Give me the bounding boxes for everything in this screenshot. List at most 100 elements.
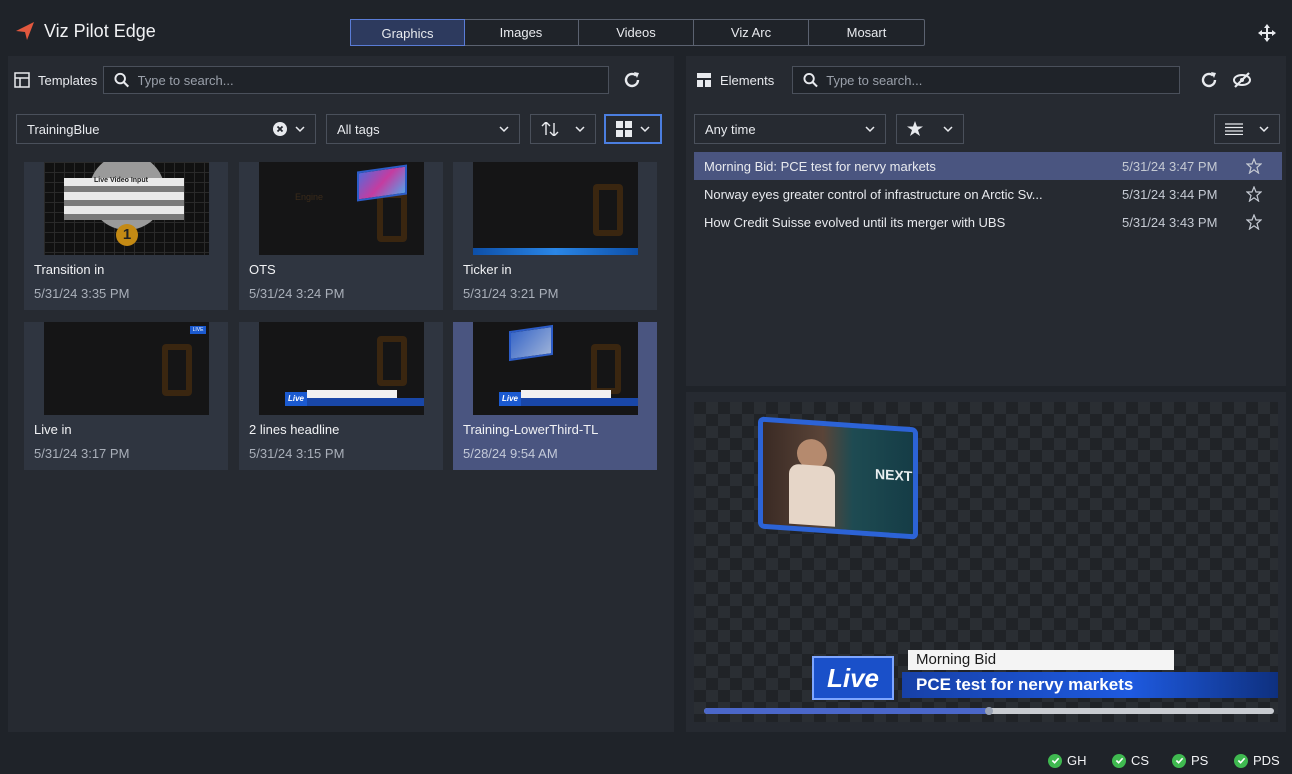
template-date: 5/31/24 3:21 PM: [463, 286, 559, 301]
chevron-down-icon: [1259, 126, 1269, 133]
element-date: 5/31/24 3:47 PM: [1122, 158, 1218, 174]
template-thumbnail: Live Video Input 1: [44, 162, 209, 255]
element-row[interactable]: Morning Bid: PCE test for nervy markets …: [694, 152, 1282, 180]
favorite-star-icon[interactable]: [1246, 186, 1262, 202]
time-filter-select[interactable]: Any time: [694, 114, 886, 144]
status-gh: GH: [1048, 753, 1087, 768]
element-row[interactable]: Norway eyes greater control of infrastru…: [694, 180, 1282, 208]
element-row[interactable]: How Credit Suisse evolved until its merg…: [694, 208, 1282, 236]
brand: Viz Pilot Edge: [14, 20, 156, 42]
move-icon[interactable]: [1258, 24, 1276, 42]
template-thumbnail: Live: [259, 322, 424, 415]
sort-select[interactable]: [530, 114, 596, 144]
chevron-down-icon: [640, 126, 650, 133]
thumb-live-badge: LIVE: [190, 326, 206, 334]
thumb-live: Live: [499, 392, 521, 406]
favorites-filter-select[interactable]: [896, 114, 964, 144]
element-date: 5/31/24 3:43 PM: [1122, 214, 1218, 230]
playback-progress-fill: [704, 708, 989, 714]
templates-panel: Templates TrainingBlue All tags Live Vid…: [8, 56, 674, 732]
template-thumbnail: Live: [473, 322, 638, 415]
elements-search-box[interactable]: [792, 66, 1181, 94]
elements-panel: Elements Any time Morning Bid: PCE test …: [686, 56, 1286, 386]
status-pds: PDS: [1234, 753, 1280, 768]
templates-search-box[interactable]: [103, 66, 610, 94]
status-label: PS: [1191, 753, 1209, 768]
playback-progress[interactable]: [704, 707, 1274, 715]
check-circle-icon: [1048, 753, 1062, 768]
search-icon: [114, 72, 130, 88]
headline-main: PCE test for nervy markets: [902, 672, 1278, 698]
template-date: 5/28/24 9:54 AM: [463, 446, 558, 461]
elements-label-text: Elements: [720, 72, 775, 88]
time-filter-value: Any time: [705, 121, 756, 137]
template-thumbnail: LIVE: [44, 322, 209, 415]
top-bar: Viz Pilot Edge Graphics Images Videos Vi…: [0, 0, 1292, 64]
check-circle-icon: [1234, 753, 1248, 768]
eye-off-icon[interactable]: [1232, 71, 1252, 89]
elements-list: Morning Bid: PCE test for nervy markets …: [694, 152, 1282, 236]
check-circle-icon: [1112, 753, 1126, 768]
viz-logo-icon: [16, 22, 34, 40]
template-thumbnail: Engine: [259, 162, 424, 255]
template-card[interactable]: Live Training-LowerThird-TL 5/28/24 9:54…: [453, 322, 657, 470]
preview-panel: NEXT Live Morning Bid PCE test for nervy…: [686, 392, 1286, 732]
template-card[interactable]: Engine OTS 5/31/24 3:24 PM: [239, 162, 443, 310]
template-name: Transition in: [34, 262, 105, 277]
live-tag: Live: [812, 656, 894, 700]
element-title: Morning Bid: PCE test for nervy markets: [704, 158, 936, 174]
lower-third: Live Morning Bid PCE test for nervy mark…: [812, 650, 1278, 704]
view-mode-select[interactable]: [604, 114, 662, 144]
tab-graphics[interactable]: Graphics: [350, 19, 465, 46]
template-name: Live in: [34, 422, 72, 437]
thumb-number: 1: [116, 224, 138, 246]
chevron-down-icon: [865, 126, 875, 133]
status-bar: GH CS PS PDS: [0, 742, 1292, 774]
folder-select-value: TrainingBlue: [27, 121, 100, 137]
tab-viz-arc[interactable]: Viz Arc: [694, 20, 809, 45]
template-card[interactable]: Ticker in 5/31/24 3:21 PM: [453, 162, 657, 310]
elements-icon: [697, 73, 711, 87]
favorite-star-icon[interactable]: [1246, 214, 1262, 230]
tab-images[interactable]: Images: [464, 20, 579, 45]
tab-videos[interactable]: Videos: [579, 20, 694, 45]
tab-mosart[interactable]: Mosart: [809, 20, 924, 45]
app-title: Viz Pilot Edge: [44, 20, 156, 41]
list-view-select[interactable]: [1214, 114, 1280, 144]
template-name: OTS: [249, 262, 276, 277]
folder-select[interactable]: TrainingBlue: [16, 114, 316, 144]
favorite-star-icon[interactable]: [1246, 158, 1262, 174]
elements-label: Elements: [696, 72, 774, 88]
status-label: PDS: [1253, 753, 1280, 768]
star-filter-icon: [907, 121, 923, 136]
templates-icon: [14, 72, 30, 88]
ots-screen: NEXT: [758, 416, 918, 540]
template-name: Training-LowerThird-TL: [463, 422, 599, 437]
template-card[interactable]: Live 2 lines headline 5/31/24 3:15 PM: [239, 322, 443, 470]
next-label: NEXT: [875, 465, 913, 485]
status-label: GH: [1067, 753, 1087, 768]
clear-icon[interactable]: [273, 122, 287, 136]
refresh-icon[interactable]: [623, 71, 641, 89]
element-title: Norway eyes greater control of infrastru…: [704, 186, 1043, 202]
grid-view-icon: [616, 121, 632, 137]
tags-select[interactable]: All tags: [326, 114, 520, 144]
element-title: How Credit Suisse evolved until its merg…: [704, 214, 1006, 230]
elements-search-input[interactable]: [826, 72, 1180, 88]
template-card[interactable]: LIVE Live in 5/31/24 3:17 PM: [24, 322, 228, 470]
graphic-preview: NEXT Live Morning Bid PCE test for nervy…: [694, 402, 1278, 722]
template-date: 5/31/24 3:15 PM: [249, 446, 345, 461]
playback-scrubber-handle[interactable]: [985, 707, 993, 715]
status-label: CS: [1131, 753, 1150, 768]
source-tabs: Graphics Images Videos Viz Arc Mosart: [350, 19, 925, 46]
sort-icon: [541, 122, 559, 136]
template-date: 5/31/24 3:24 PM: [249, 286, 345, 301]
template-card[interactable]: Live Video Input 1 Transition in 5/31/24…: [24, 162, 228, 310]
chevron-down-icon: [943, 126, 953, 133]
template-date: 5/31/24 3:17 PM: [34, 446, 130, 461]
templates-search-input[interactable]: [137, 72, 609, 88]
tags-select-value: All tags: [337, 121, 380, 137]
refresh-icon[interactable]: [1200, 71, 1218, 89]
chevron-down-icon: [499, 126, 509, 133]
list-view-icon: [1225, 123, 1243, 135]
